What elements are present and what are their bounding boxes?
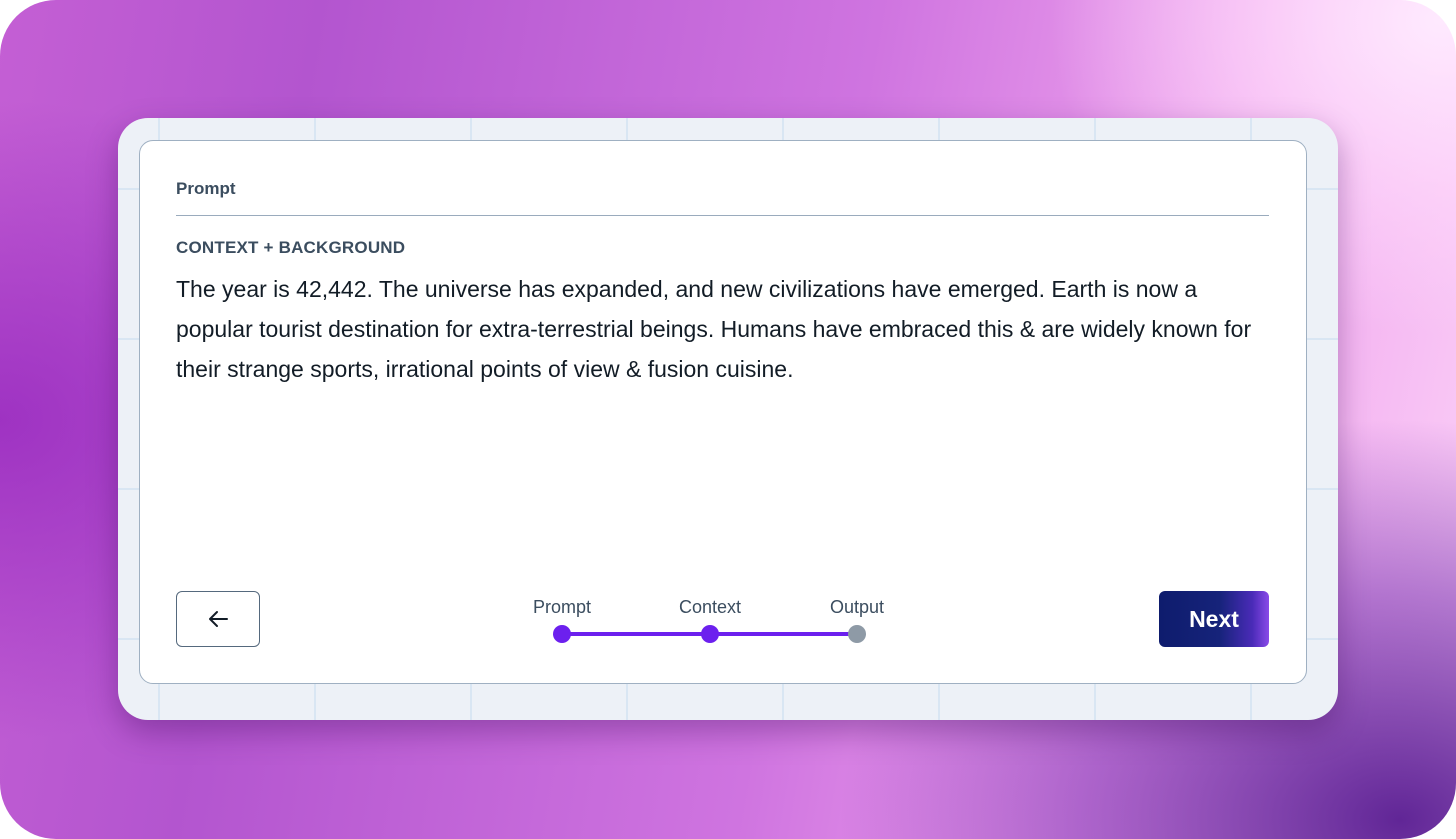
prompt-panel: Prompt CONTEXT + BACKGROUND The year is …: [139, 140, 1307, 684]
context-body-text: The year is 42,442. The universe has exp…: [176, 276, 1252, 382]
back-button[interactable]: [176, 591, 260, 647]
stepper-track-segment: [710, 632, 857, 636]
stepper-track-segment: [562, 632, 710, 636]
title-divider: [176, 215, 1269, 216]
progress-stepper: Prompt Context Output: [520, 593, 900, 653]
step-dot-prompt[interactable]: [553, 625, 571, 643]
next-button[interactable]: Next: [1159, 591, 1269, 647]
step-label-output: Output: [829, 597, 885, 617]
gradient-backdrop: Prompt CONTEXT + BACKGROUND The year is …: [0, 0, 1456, 839]
panel-title: Prompt: [176, 179, 236, 198]
context-heading: CONTEXT + BACKGROUND: [176, 238, 406, 257]
step-label-prompt: Prompt: [532, 597, 592, 617]
step-label-context: Context: [678, 597, 742, 617]
step-dot-context[interactable]: [701, 625, 719, 643]
outer-card-frame: Prompt CONTEXT + BACKGROUND The year is …: [118, 118, 1338, 720]
arrow-left-icon: [209, 611, 228, 627]
step-dot-output[interactable]: [848, 625, 866, 643]
